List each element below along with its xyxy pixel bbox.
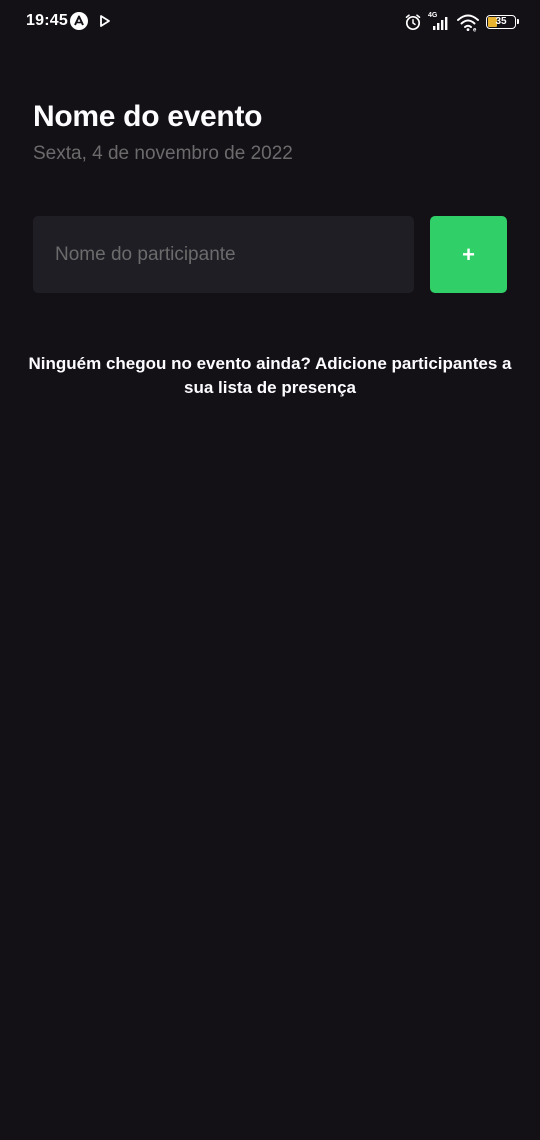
status-right-group: 4G e 35	[404, 11, 519, 34]
alarm-icon	[404, 13, 422, 31]
status-time: 19:45	[26, 12, 68, 29]
battery-icon: 35	[486, 15, 519, 29]
play-store-icon	[98, 14, 116, 32]
plus-icon: +	[462, 241, 475, 267]
add-participant-button[interactable]: +	[430, 216, 507, 293]
participant-name-input[interactable]	[33, 216, 414, 293]
event-title: Nome do evento	[33, 100, 263, 133]
status-bar: 19:45 4G e 35	[0, 0, 540, 44]
empty-list-message: Ninguém chegou no evento ainda? Adicione…	[28, 354, 512, 397]
event-date: Sexta, 4 de novembro de 2022	[33, 143, 293, 164]
signal-icon: 4G	[428, 12, 450, 32]
app-a-icon	[70, 12, 88, 30]
battery-tip	[517, 19, 519, 24]
svg-text:e: e	[473, 28, 477, 33]
wifi-icon: e	[456, 12, 480, 34]
battery-level: 35	[495, 16, 507, 27]
